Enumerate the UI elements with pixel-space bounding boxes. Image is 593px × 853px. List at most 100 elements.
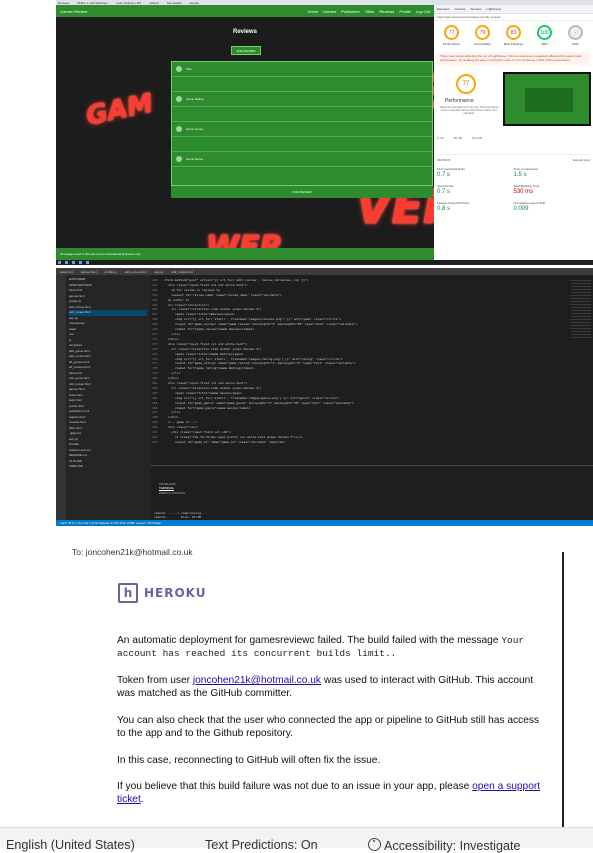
metric-tti: Time to Interactive 1.5 s [513,166,539,178]
taskbar-app-icon[interactable] [86,261,89,264]
devtools-tab[interactable]: Lighthouse [487,7,502,11]
browser-tab[interactable]: PHPC e-mail Websites [77,1,107,5]
metric-fcp: First Contentful Paint 0.7 s [437,166,466,178]
editor-tab[interactable]: games.html [81,270,97,274]
nav-logout[interactable]: Log Out [416,9,430,14]
lighthouse-gauges: 77 Performance 79 Accessibility 83 Best Pra… [434,21,593,46]
taskbar-app-icon[interactable] [65,261,68,264]
devtools-tabs: Elements Console Sources Lighthouse [434,5,593,14]
gauge-accessibility[interactable]: 79 Accessibility [470,25,496,46]
heroku-logo: h HEROKU [118,583,207,603]
gauge-performance[interactable]: 77 Performance [439,25,465,46]
add-review-submit[interactable]: ADD REVIEW [171,186,433,198]
activity-bar [56,275,66,520]
site-brand[interactable]: Games Review [60,9,87,14]
token-paragraph: Token from user joncohen21k@hotmail.co.u… [117,675,534,699]
vscode-screenshot: base.html games.html profile.py add_revi… [56,268,593,526]
nav-titles[interactable]: Titles [365,9,375,14]
minimap[interactable] [571,280,591,340]
panel-tabs: PROBLEMS TERMINAL DEBUG CONSOLE [154,477,589,500]
site-footer: All images used in this site are for edu… [56,248,434,260]
accessibility-checker[interactable]: Accessibility: Investigate [368,838,521,853]
taskbar-app-icon[interactable] [72,261,75,264]
form-row[interactable]: Title [172,62,432,77]
line-number: 193 [152,439,158,444]
performance-gauge: 77 [456,73,476,94]
nav-games[interactable]: Games [323,9,336,14]
devtools-tab[interactable]: Sources [471,7,482,11]
devtools-tab[interactable]: Console [455,7,466,11]
avatar [176,126,182,132]
nav-publishers[interactable]: Publishers [341,9,360,14]
devtools-tab[interactable]: Elements [437,7,450,11]
page-title: Reviews [232,29,257,35]
editor-tab[interactable]: profile.py [105,270,117,274]
form-row[interactable]: Game Genre [172,122,432,137]
terminal-panel[interactable]: PROBLEMS TERMINAL DEBUG CONSOLE remote: … [150,465,593,520]
metric-cls: Cumulative Layout Shift 0.009 [513,200,546,212]
accessibility-icon [368,838,381,851]
page-screenshot-thumbnail [503,71,591,126]
neon-background-sign: GAM [83,88,156,132]
gauge-pwa[interactable]: - PWA [563,25,589,46]
avatar [176,96,182,102]
access-paragraph: You can also check that the user who con… [117,715,540,739]
browser-tab[interactable]: Heroku [189,1,199,5]
metric-tbt: Total Blocking Time 530 ms [513,183,540,195]
explorer-item[interactable]: TIMELINE [69,464,147,470]
gauge-seo[interactable]: 100 SEO [532,25,558,46]
terminal-output: remote: -----> Compressing... remote: Don… [154,511,589,521]
review-form: Title Game Rating Game Genre Game Name [171,61,433,186]
form-row[interactable]: Game Rating [172,92,432,107]
expand-view-toggle[interactable]: Expand view [573,158,590,162]
lighthouse-warning: There were issues affecting this run of … [437,52,590,66]
window-divider [562,552,564,827]
panel-tab-problems[interactable]: PROBLEMS [159,482,176,486]
form-row[interactable] [172,107,432,122]
browser-tab[interactable]: GitHub [149,1,158,5]
nav-profile[interactable]: Profile [399,9,410,14]
site-navbar: Games Review Home Games Publishers Title… [56,5,434,17]
form-row[interactable] [172,137,432,152]
code-line: 193 <input id="game_id" name="game_id" c… [152,439,286,444]
editor-tab-bar: base.html games.html profile.py add_revi… [56,268,593,275]
devtools-panel: Elements Console Sources Lighthouse http… [434,5,593,260]
performance-summary: 77 Performance Values are estimated and … [437,71,591,132]
code-editor[interactable]: 160 <form method="post" action="{{ url_fo… [150,275,593,465]
add-review-button[interactable]: ADD REVIEW [231,46,261,55]
support-paragraph: If you believe that this build failure w… [117,781,541,805]
browser-tab[interactable]: Site details [167,1,182,5]
score-legend: 0–49 50–89 90–100 [437,135,483,140]
editor-tab[interactable]: add_review.html [125,270,147,274]
avatar [176,66,182,72]
browser-tab[interactable]: Code Institute LMS [116,1,142,5]
performance-note: Values are estimated and may vary. The p… [439,105,499,116]
form-row[interactable]: Game Name [172,152,432,167]
taskbar-app-icon[interactable] [79,261,82,264]
explorer-sidebar: EXPLORER OPEN EDITORS base.html games.html p… [66,275,150,520]
email-recipient: To: joncohen21k@hotmail.co.uk [72,547,193,557]
editor-tab[interactable]: app.py [154,270,163,274]
nav-reviews[interactable]: Reviews [379,9,394,14]
gauge-best-practices[interactable]: 83 Best Practices [501,25,527,46]
metric-lcp: Largest Contentful Paint 0.8 s [437,200,470,212]
metrics-section: METRICS Expand view First Contentful Pain… [437,153,590,212]
editor-tab[interactable]: edit_review.html [171,270,193,274]
avatar [176,156,182,162]
heroku-wordmark: HEROKU [144,586,207,600]
language-indicator[interactable]: English (United States) [6,838,135,852]
browser-tab[interactable]: Reviews [58,1,69,5]
website-viewport: GAM VER VER WER Games Review Home Games … [56,5,434,260]
heroku-logo-icon: h [118,583,138,603]
nav-home[interactable]: Home [308,9,319,14]
metric-speed-index: Speed Index 0.7 s [437,183,454,195]
app-status-bar: English (United States) Text Predictions… [0,827,593,853]
panel-tab-debug[interactable]: DEBUG CONSOLE [159,491,185,495]
start-icon[interactable] [58,261,61,264]
text-predictions-indicator[interactable]: Text Predictions: On [205,838,318,852]
email-message: To: joncohen21k@hotmail.co.uk h HEROKU A… [56,537,593,827]
editor-tab[interactable]: base.html [60,270,73,274]
form-row[interactable] [172,77,432,92]
user-email-link[interactable]: joncohen21k@hotmail.co.uk [193,675,321,686]
browser-screenshot: Reviews PHPC e-mail Websites Code Instit… [56,0,593,265]
